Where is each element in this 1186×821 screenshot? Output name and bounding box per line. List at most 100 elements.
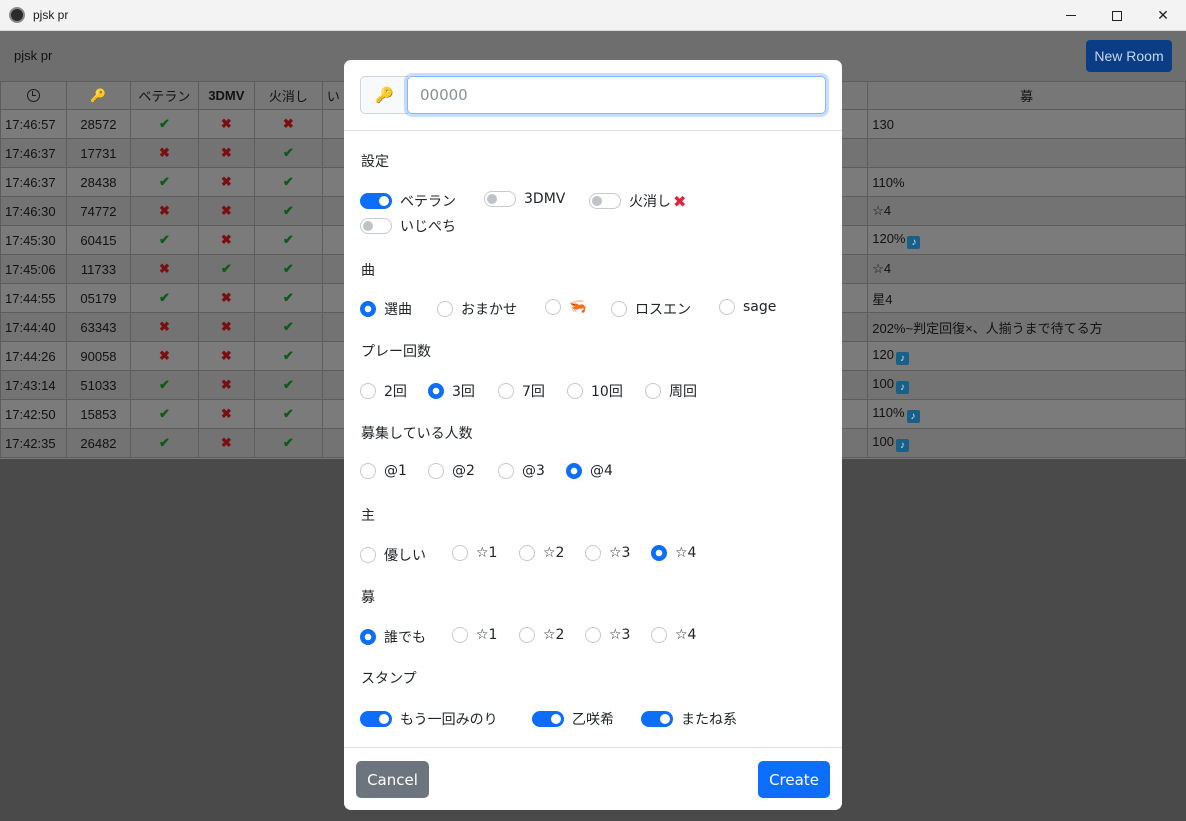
stamp-switch-saki[interactable]: 乙咲希	[532, 709, 614, 729]
stamp-switch-minori[interactable]: もう一回みのり	[360, 709, 498, 729]
key-icon: 🔑	[90, 87, 107, 103]
switch-control[interactable]	[360, 218, 392, 234]
plays-radio-7[interactable]: 7回	[498, 381, 545, 401]
switch-control[interactable]	[532, 711, 564, 727]
key-cell: 28572	[65, 109, 131, 139]
radio-control[interactable]	[452, 545, 468, 561]
switch-control[interactable]	[360, 193, 392, 209]
radio-control[interactable]	[519, 545, 535, 561]
veteran-cell: ✖	[129, 312, 199, 342]
music-note-icon: ♪	[907, 236, 921, 249]
song-radio-select[interactable]: 選曲	[360, 299, 412, 319]
switch-label: ベテラン	[400, 194, 456, 210]
recruit-count-radio-4[interactable]: @4	[566, 463, 613, 479]
radio-control[interactable]	[719, 299, 735, 315]
song-radio-shrimp[interactable]: 🦐	[545, 299, 586, 315]
recruit-radio-anyone[interactable]: 誰でも	[360, 627, 426, 647]
time-column-header[interactable]	[0, 81, 67, 110]
recruit-note-text: 110%	[872, 174, 905, 190]
veteran-column-header[interactable]: ベテラン	[129, 81, 199, 110]
key-cell: 74772	[65, 196, 131, 226]
plays-radio-2[interactable]: 2回	[360, 381, 407, 401]
recruit-count-radio-2[interactable]: @2	[428, 463, 475, 479]
plays-title: プレー回数	[361, 344, 431, 360]
new-room-button[interactable]: New Room	[1086, 40, 1172, 72]
radio-control[interactable]	[651, 545, 667, 561]
recruit-count-radio-3[interactable]: @3	[498, 463, 545, 479]
radio-control[interactable]	[645, 383, 661, 399]
radio-control[interactable]	[498, 383, 514, 399]
radio-control[interactable]	[585, 545, 601, 561]
cross-icon: ✖	[158, 348, 170, 363]
3dmv-cell: ✖	[197, 196, 255, 226]
radio-control[interactable]	[651, 627, 667, 643]
time-cell: 17:42:35	[0, 428, 67, 458]
maximize-button[interactable]	[1094, 0, 1140, 31]
radio-control[interactable]	[498, 463, 514, 479]
song-radio-losuen[interactable]: ロスエン	[611, 299, 691, 319]
recruit-radio-star2[interactable]: ☆2	[519, 627, 564, 643]
host-radio-star2[interactable]: ☆2	[519, 545, 564, 561]
host-radio-star1[interactable]: ☆1	[452, 545, 497, 561]
cancel-button[interactable]: Cancel	[356, 761, 429, 798]
radio-control[interactable]	[360, 629, 376, 645]
close-window-button[interactable]: ✕	[1140, 0, 1186, 31]
3dmv-column-header[interactable]: 3DMV	[197, 81, 255, 110]
recruit-radio-star1[interactable]: ☆1	[452, 627, 497, 643]
radio-control[interactable]	[360, 547, 376, 563]
check-icon: ✔	[282, 406, 294, 421]
switch-control[interactable]	[484, 191, 516, 207]
switch-control[interactable]	[589, 193, 621, 209]
radio-control[interactable]	[360, 301, 376, 317]
veteran-cell: ✔	[129, 399, 199, 429]
recruit-note-text: 130	[872, 116, 894, 132]
switch-control[interactable]	[641, 711, 673, 727]
radio-control[interactable]	[519, 627, 535, 643]
cross-icon: ✖	[158, 145, 170, 160]
radio-control[interactable]	[437, 301, 453, 317]
cross-icon: ✖	[282, 116, 294, 131]
radio-control[interactable]	[566, 463, 582, 479]
create-button[interactable]: Create	[758, 761, 830, 798]
plays-radio-10[interactable]: 10回	[567, 381, 623, 401]
check-icon: ✔	[220, 261, 232, 276]
plays-radio-loop[interactable]: 周回	[645, 381, 697, 401]
fire-switch[interactable]: 火消し ✖	[589, 191, 686, 211]
radio-control[interactable]	[428, 463, 444, 479]
radio-control[interactable]	[585, 627, 601, 643]
3dmv-switch[interactable]: 3DMV	[484, 191, 565, 207]
radio-control[interactable]	[428, 383, 444, 399]
check-icon: ✔	[282, 261, 294, 276]
radio-control[interactable]	[611, 301, 627, 317]
radio-control[interactable]	[567, 383, 583, 399]
radio-control[interactable]	[360, 383, 376, 399]
radio-control[interactable]	[452, 627, 468, 643]
recruit-radio-star4[interactable]: ☆4	[651, 627, 696, 643]
host-radio-star4[interactable]: ☆4	[651, 545, 696, 561]
fire-column-header[interactable]: 火消し	[253, 81, 323, 110]
recruit-column-header[interactable]: 募	[867, 81, 1186, 110]
stamp-switch-matane[interactable]: またね系	[641, 709, 737, 729]
3dmv-cell: ✖	[197, 283, 255, 313]
room-key-input[interactable]	[407, 76, 826, 114]
cross-icon: ✖	[220, 406, 232, 421]
key-column-header[interactable]: 🔑	[65, 81, 131, 110]
3dmv-cell: ✖	[197, 167, 255, 197]
song-radio-omakase[interactable]: おまかせ	[437, 299, 517, 319]
switch-control[interactable]	[360, 711, 392, 727]
recruit-count-radio-1[interactable]: @1	[360, 463, 407, 479]
song-radio-sage[interactable]: sage	[719, 299, 776, 315]
minimize-button[interactable]	[1048, 0, 1094, 31]
radio-control[interactable]	[545, 299, 561, 315]
fire-cell: ✔	[253, 283, 323, 313]
fire-cell: ✔	[253, 225, 323, 255]
modal-header: 🔑	[344, 60, 842, 131]
cross-icon: ✖	[158, 319, 170, 334]
ijipechi-switch[interactable]: いじぺち	[360, 216, 456, 236]
host-radio-kind[interactable]: 優しい	[360, 545, 426, 565]
radio-control[interactable]	[360, 463, 376, 479]
recruit-radio-star3[interactable]: ☆3	[585, 627, 630, 643]
plays-radio-3[interactable]: 3回	[428, 381, 475, 401]
veteran-switch[interactable]: ベテラン	[360, 191, 456, 211]
host-radio-star3[interactable]: ☆3	[585, 545, 630, 561]
